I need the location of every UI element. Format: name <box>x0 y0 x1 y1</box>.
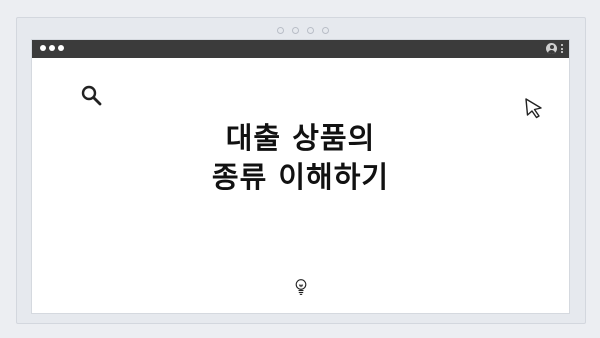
search-icon <box>81 85 102 106</box>
kebab-menu-icon[interactable] <box>561 44 563 53</box>
cursor-arrow-icon <box>525 98 542 119</box>
page-indicator-dot[interactable] <box>292 26 299 34</box>
page-indicator <box>273 26 333 34</box>
page-title-line: 대출 상품의 <box>225 121 376 155</box>
browser-window: 대출 상품의 종류 이해하기 <box>32 40 569 313</box>
page-indicator-dot[interactable] <box>277 26 284 34</box>
window-control-dot[interactable] <box>49 45 55 51</box>
page-indicator-dot[interactable] <box>307 26 314 34</box>
lightbulb-icon <box>295 279 307 295</box>
window-titlebar <box>32 40 569 58</box>
page-indicator-dot[interactable] <box>322 26 329 34</box>
window-control-dot[interactable] <box>40 45 46 51</box>
titlebar-actions <box>546 43 563 54</box>
window-controls <box>40 45 64 51</box>
window-control-dot[interactable] <box>58 45 64 51</box>
page-title: 대출 상품의 종류 이해하기 <box>32 119 569 197</box>
page-title-line: 종류 이해하기 <box>211 160 390 194</box>
user-icon[interactable] <box>546 43 557 54</box>
